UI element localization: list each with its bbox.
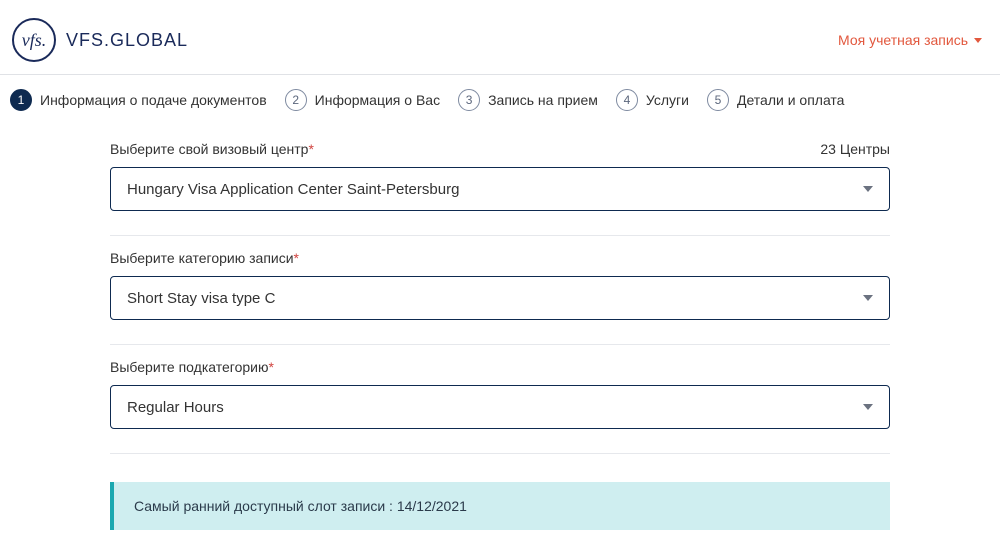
select-value: Short Stay visa type C — [127, 290, 275, 307]
required-mark: * — [294, 250, 299, 266]
subcategory-select[interactable]: Regular Hours — [110, 385, 890, 429]
step-1[interactable]: 1 Информация о подаче документов — [10, 89, 267, 111]
step-number: 4 — [616, 89, 638, 111]
chevron-down-icon — [974, 38, 982, 43]
logo: vfs. VFS.GLOBAL — [12, 18, 188, 62]
field-label: Выберите свой визовый центр* — [110, 141, 314, 157]
progress-stepper: 1 Информация о подаче документов 2 Инфор… — [0, 75, 1000, 127]
form-container: Выберите свой визовый центр* 23 Центры H… — [0, 127, 1000, 530]
step-number: 5 — [707, 89, 729, 111]
label-row: Выберите подкатегорию* — [110, 359, 890, 375]
step-label: Информация о подаче документов — [40, 92, 267, 108]
category-select[interactable]: Short Stay visa type C — [110, 276, 890, 320]
account-menu-label: Моя учетная запись — [838, 32, 968, 48]
chevron-down-icon — [863, 295, 873, 301]
step-number: 1 — [10, 89, 32, 111]
chevron-down-icon — [863, 404, 873, 410]
step-2[interactable]: 2 Информация о Вас — [285, 89, 440, 111]
step-label: Детали и оплата — [737, 92, 845, 108]
step-number: 3 — [458, 89, 480, 111]
logo-text: VFS.GLOBAL — [66, 30, 188, 51]
step-4[interactable]: 4 Услуги — [616, 89, 689, 111]
earliest-slot-banner: Самый ранний доступный слот записи : 14/… — [110, 482, 890, 530]
logo-mark: vfs. — [12, 18, 56, 62]
step-5[interactable]: 5 Детали и оплата — [707, 89, 845, 111]
label-text: Выберите свой визовый центр — [110, 141, 308, 157]
label-text: Выберите категорию записи — [110, 250, 294, 266]
field-visa-center: Выберите свой визовый центр* 23 Центры H… — [110, 127, 890, 236]
label-row: Выберите свой визовый центр* 23 Центры — [110, 141, 890, 157]
chevron-down-icon — [863, 186, 873, 192]
visa-center-select[interactable]: Hungary Visa Application Center Saint-Pe… — [110, 167, 890, 211]
app-header: vfs. VFS.GLOBAL Моя учетная запись — [0, 0, 1000, 74]
field-label: Выберите категорию записи* — [110, 250, 299, 266]
label-row: Выберите категорию записи* — [110, 250, 890, 266]
select-value: Hungary Visa Application Center Saint-Pe… — [127, 181, 459, 198]
step-3[interactable]: 3 Запись на прием — [458, 89, 598, 111]
select-value: Regular Hours — [127, 399, 224, 416]
required-mark: * — [308, 141, 313, 157]
step-number: 2 — [285, 89, 307, 111]
field-category: Выберите категорию записи* Short Stay vi… — [110, 236, 890, 345]
required-mark: * — [268, 359, 273, 375]
step-label: Информация о Вас — [315, 92, 440, 108]
field-label: Выберите подкатегорию* — [110, 359, 274, 375]
account-menu[interactable]: Моя учетная запись — [838, 32, 982, 48]
step-label: Запись на прием — [488, 92, 598, 108]
label-text: Выберите подкатегорию — [110, 359, 268, 375]
earliest-slot-text: Самый ранний доступный слот записи : 14/… — [134, 498, 467, 514]
field-subcategory: Выберите подкатегорию* Regular Hours — [110, 345, 890, 454]
center-count: 23 Центры — [820, 141, 890, 157]
step-label: Услуги — [646, 92, 689, 108]
